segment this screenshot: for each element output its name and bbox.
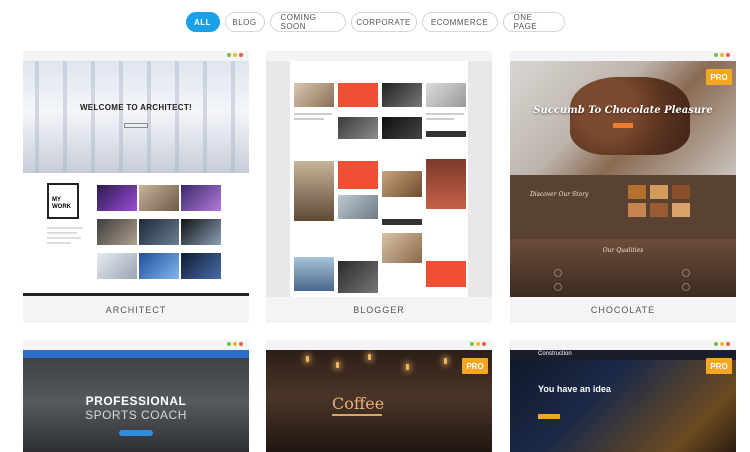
card-window-bar [510, 51, 736, 61]
qualities-title: Our Qualities [602, 247, 644, 254]
portfolio-thumb [97, 253, 137, 279]
card-window-bar [23, 51, 249, 61]
blog-page [290, 61, 468, 297]
post-image [382, 171, 422, 197]
template-card-architect[interactable]: WELCOME TO ARCHITECT! MY WORK ARCHITECT [23, 51, 249, 323]
featured-post [338, 161, 378, 189]
chocolate-preview: Succumb To Chocolate Pleasure Discover O… [510, 61, 736, 297]
post-image [338, 261, 378, 293]
filter-all[interactable]: ALL [185, 12, 220, 32]
portfolio-thumb [139, 185, 179, 211]
post-image [382, 117, 422, 139]
portfolio-thumb [139, 253, 179, 279]
portfolio-thumb [97, 185, 137, 211]
sports-preview: PROFESSIONAL SPORTS COACH [23, 350, 249, 452]
coffee-preview: Coffee [266, 350, 492, 452]
card-window-bar [266, 51, 492, 61]
construction-hero-button [538, 414, 560, 419]
post-image [294, 161, 334, 221]
construction-preview: Construction You have an idea [510, 350, 736, 452]
filter-one-page[interactable]: ONE PAGE [502, 12, 565, 32]
coffee-hero-title: Coffee [332, 394, 385, 413]
filter-blog[interactable]: BLOG [224, 12, 265, 32]
my-work-box: MY WORK [47, 183, 79, 219]
chocolate-hero-button [613, 123, 633, 128]
filter-bar: ALL BLOG COMING SOON CORPORATE ECOMMERCE… [0, 12, 750, 32]
featured-post [426, 261, 466, 287]
chocolate-story-section: Discover Our Story [510, 175, 736, 239]
post-image [294, 257, 334, 291]
construction-logo: Construction [538, 351, 572, 357]
filter-corporate[interactable]: CORPORATE [350, 12, 417, 32]
post-image [382, 233, 422, 263]
portfolio-thumb [139, 219, 179, 245]
post-image [426, 159, 466, 209]
sports-title-line2: SPORTS COACH [85, 408, 187, 422]
architect-hero-button [124, 123, 148, 128]
blogger-preview [266, 61, 492, 297]
card-title: CHOCOLATE [590, 305, 656, 315]
pro-badge: PRO [706, 69, 732, 85]
template-card-blogger[interactable]: BLOGGER [266, 51, 492, 323]
card-window-bar [510, 340, 736, 350]
portfolio-thumb [181, 253, 221, 279]
chocolate-qualities-section: Our Qualities [510, 239, 736, 297]
chocolate-hero-title: Succumb To Chocolate Pleasure [533, 105, 713, 116]
card-title: BLOGGER [353, 305, 405, 315]
filter-ecommerce[interactable]: ECOMMERCE [421, 12, 498, 32]
architect-portfolio: MY WORK [23, 173, 249, 295]
template-card-sports-coach[interactable]: PROFESSIONAL SPORTS COACH [23, 340, 249, 452]
template-card-coffee[interactable]: Coffee PRO [266, 340, 492, 452]
template-gallery: ALL BLOG COMING SOON CORPORATE ECOMMERCE… [0, 0, 750, 452]
sports-hero-button [119, 430, 153, 436]
sports-title-line1: PROFESSIONAL [85, 394, 187, 408]
card-title: ARCHITECT [105, 305, 167, 315]
portfolio-thumb [97, 219, 137, 245]
architect-hero-title: WELCOME TO ARCHITECT! [79, 103, 193, 112]
post-image [426, 83, 466, 107]
portfolio-thumb [181, 219, 221, 245]
featured-post [338, 83, 378, 107]
architect-preview: WELCOME TO ARCHITECT! MY WORK [23, 61, 249, 297]
filter-coming-soon[interactable]: COMING SOON [269, 12, 346, 32]
post-image [338, 195, 378, 219]
post-image [338, 117, 378, 139]
construction-hero-title: You have an idea [538, 384, 611, 394]
card-window-bar [23, 340, 249, 350]
architect-hero-image [23, 61, 249, 173]
template-card-construction[interactable]: Construction You have an idea PRO [510, 340, 736, 452]
construction-hero-image [510, 350, 736, 452]
card-window-bar [266, 340, 492, 350]
story-title: Discover Our Story [530, 191, 589, 198]
pro-badge: PRO [706, 358, 732, 374]
post-image [382, 83, 422, 107]
pro-badge: PRO [462, 358, 488, 374]
template-card-chocolate[interactable]: Succumb To Chocolate Pleasure Discover O… [510, 51, 736, 323]
post-image [294, 83, 334, 107]
portfolio-thumb [181, 185, 221, 211]
